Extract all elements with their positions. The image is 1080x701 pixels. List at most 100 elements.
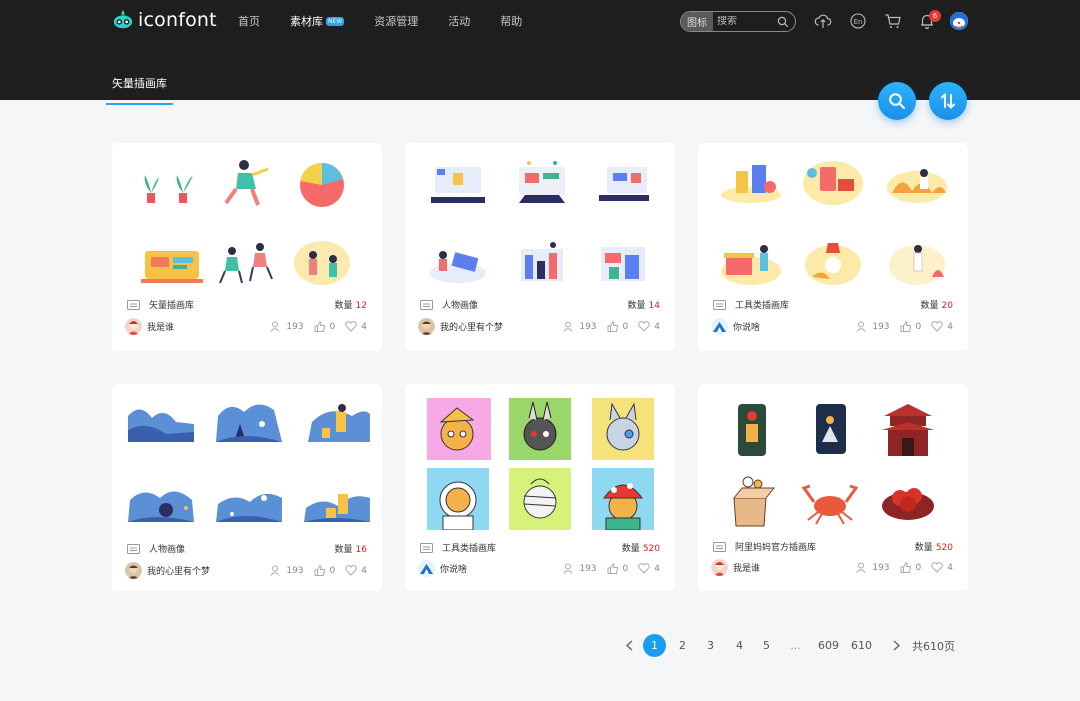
- sort-fab-button[interactable]: [929, 82, 967, 120]
- card-title[interactable]: 矢量插画库: [149, 298, 194, 311]
- illustration-thumbnail[interactable]: [798, 233, 868, 293]
- card-title[interactable]: 人物画像: [442, 298, 478, 311]
- illustration-thumbnail[interactable]: [287, 153, 357, 213]
- tab-vector-illustrations[interactable]: 矢量插画库: [106, 75, 173, 105]
- author-avatar[interactable]: [711, 559, 728, 576]
- heart-icon[interactable]: [345, 565, 357, 576]
- thumbs-up-icon[interactable]: [314, 565, 326, 576]
- illustration-thumbnail[interactable]: [212, 233, 282, 293]
- page-4[interactable]: 4: [728, 634, 751, 657]
- chevron-left-icon[interactable]: [620, 634, 640, 657]
- brand-logo[interactable]: iconfont: [112, 9, 217, 31]
- illustration-thumbnail[interactable]: [287, 233, 357, 293]
- author-name[interactable]: 我的心里有个梦: [440, 320, 503, 333]
- thumbs-up-icon[interactable]: [900, 321, 912, 332]
- author-avatar[interactable]: [711, 318, 728, 335]
- notification-count-badge: 6: [929, 10, 941, 22]
- heart-icon[interactable]: [931, 321, 943, 332]
- search-type-select[interactable]: 图标: [681, 12, 713, 31]
- search-icon[interactable]: [777, 16, 789, 28]
- illustration-thumbnail[interactable]: [592, 468, 654, 530]
- card-title[interactable]: 人物画像: [149, 542, 185, 555]
- illustration-thumbnail[interactable]: [800, 398, 860, 460]
- illustration-thumbnail[interactable]: [882, 153, 952, 213]
- upload-cloud-icon[interactable]: [814, 12, 832, 30]
- author-name[interactable]: 你说啥: [440, 562, 467, 575]
- illustration-thumbnail[interactable]: [720, 398, 780, 460]
- view-count: 193: [579, 321, 597, 332]
- illustration-thumbnail[interactable]: [302, 474, 372, 534]
- illustration-thumbnail[interactable]: [427, 398, 491, 460]
- illustration-thumbnail[interactable]: [800, 468, 860, 530]
- author-name[interactable]: 你说啥: [733, 320, 760, 333]
- nav-item-activities[interactable]: 活动: [448, 13, 470, 29]
- thumbs-up-icon[interactable]: [314, 321, 326, 332]
- nav-item-materials[interactable]: 素材库 NEW: [290, 13, 345, 29]
- illustration-thumbnail[interactable]: [509, 468, 571, 530]
- page-1[interactable]: 1: [643, 634, 666, 657]
- card-title[interactable]: 阿里妈妈官方插画库: [735, 540, 816, 553]
- page-5[interactable]: 5: [755, 634, 778, 657]
- nav-item-home[interactable]: 首页: [238, 13, 260, 29]
- illustration-thumbnail[interactable]: [137, 153, 207, 213]
- illustration-thumbnail[interactable]: [716, 153, 786, 213]
- illustration-thumbnail[interactable]: [126, 474, 196, 534]
- library-card[interactable]: 工具类插画库 数量 20 你说啥 193 0 4: [698, 143, 968, 351]
- heart-icon[interactable]: [638, 321, 650, 332]
- user-avatar[interactable]: [950, 12, 968, 30]
- author-avatar[interactable]: [418, 318, 435, 335]
- nav-item-resource-management[interactable]: 资源管理: [374, 13, 418, 29]
- author-name[interactable]: 我是谁: [147, 320, 174, 333]
- page-2[interactable]: 2: [671, 634, 694, 657]
- illustration-thumbnail[interactable]: [427, 468, 489, 530]
- illustration-thumbnail[interactable]: [882, 233, 952, 293]
- heart-icon[interactable]: [931, 562, 943, 573]
- illustration-thumbnail[interactable]: [798, 153, 868, 213]
- illustration-thumbnail[interactable]: [507, 153, 577, 213]
- author-avatar[interactable]: [125, 318, 142, 335]
- illustration-thumbnail[interactable]: [716, 233, 786, 293]
- thumbs-up-icon[interactable]: [607, 321, 619, 332]
- library-card[interactable]: 阿里妈妈官方插画库 数量 520 我是谁 193 0 4: [698, 384, 968, 591]
- page-609[interactable]: 609: [817, 634, 840, 657]
- card-title[interactable]: 工具类插画库: [442, 541, 496, 554]
- library-card[interactable]: 人物画像 数量 14 我的心里有个梦 193 0 4: [405, 143, 675, 351]
- illustration-thumbnail[interactable]: [423, 233, 493, 293]
- library-card[interactable]: 人物画像 数量 16 我的心里有个梦 193 0 4: [112, 384, 382, 591]
- page-610[interactable]: 610: [850, 634, 873, 657]
- illustration-thumbnail[interactable]: [587, 153, 657, 213]
- thumbs-up-icon[interactable]: [900, 562, 912, 573]
- illustration-thumbnail[interactable]: [878, 398, 938, 460]
- library-card[interactable]: 工具类插画库 数量 520 你说啥 193 0 4: [405, 384, 675, 591]
- illustration-thumbnail[interactable]: [587, 233, 657, 293]
- illustration-thumbnail[interactable]: [592, 398, 654, 460]
- author-avatar[interactable]: [125, 562, 142, 579]
- search-fab-button[interactable]: [878, 82, 916, 120]
- library-card[interactable]: 矢量插画库 数量 12 我是谁 193 0 4: [112, 143, 382, 351]
- illustration-thumbnail[interactable]: [302, 394, 372, 454]
- search-input[interactable]: [717, 16, 775, 27]
- heart-icon[interactable]: [345, 321, 357, 332]
- author-name[interactable]: 我是谁: [733, 561, 760, 574]
- heart-icon[interactable]: [638, 563, 650, 574]
- page-ellipsis[interactable]: ...: [784, 634, 807, 657]
- illustration-thumbnail[interactable]: [507, 233, 577, 293]
- illustration-thumbnail[interactable]: [137, 233, 207, 293]
- chevron-right-icon[interactable]: [886, 634, 906, 657]
- cart-icon[interactable]: [884, 12, 902, 30]
- language-icon[interactable]: En: [849, 12, 867, 30]
- illustration-thumbnail[interactable]: [423, 153, 493, 213]
- author-name[interactable]: 我的心里有个梦: [147, 564, 210, 577]
- illustration-thumbnail[interactable]: [214, 474, 284, 534]
- author-avatar[interactable]: [418, 560, 435, 577]
- illustration-thumbnail[interactable]: [212, 153, 282, 213]
- illustration-thumbnail[interactable]: [214, 394, 284, 454]
- illustration-thumbnail[interactable]: [878, 468, 938, 530]
- nav-item-help[interactable]: 帮助: [500, 13, 522, 29]
- illustration-thumbnail[interactable]: [509, 398, 571, 460]
- page-3[interactable]: 3: [699, 634, 722, 657]
- thumbs-up-icon[interactable]: [607, 563, 619, 574]
- card-title[interactable]: 工具类插画库: [735, 298, 789, 311]
- illustration-thumbnail[interactable]: [126, 394, 196, 454]
- illustration-thumbnail[interactable]: [720, 468, 780, 530]
